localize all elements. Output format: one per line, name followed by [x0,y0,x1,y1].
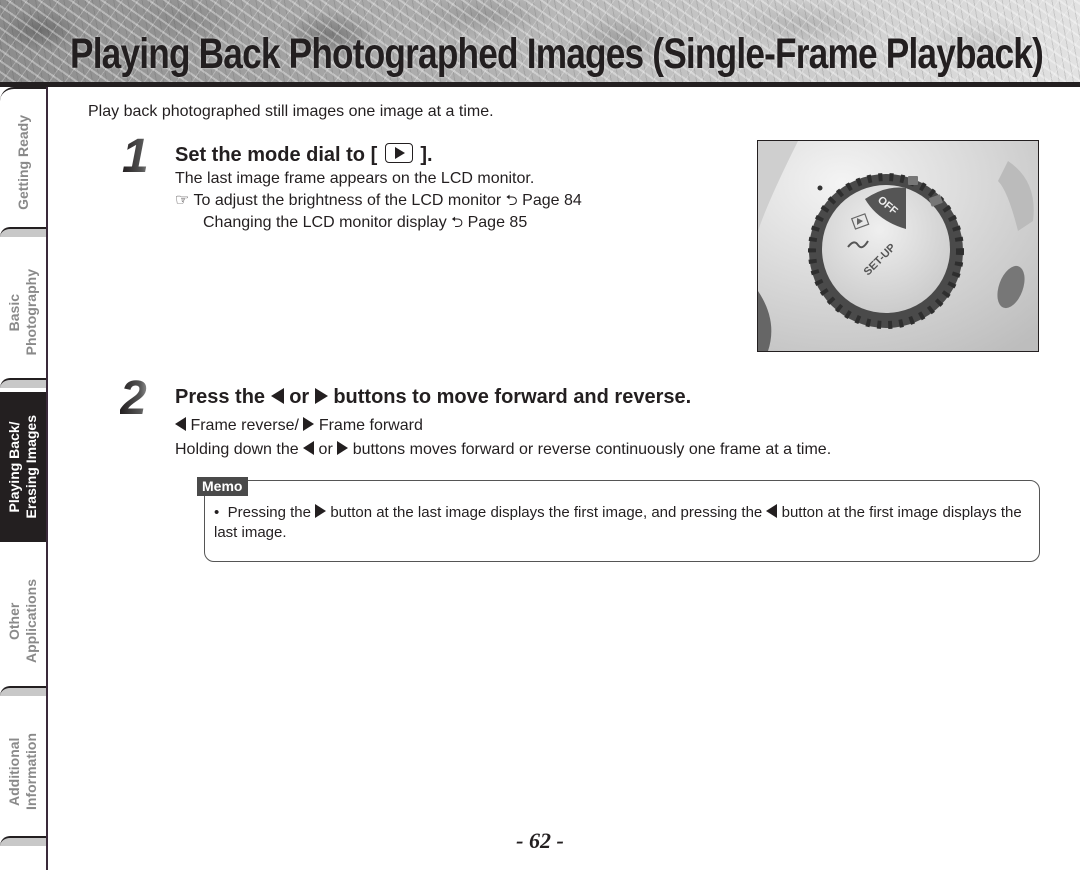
tab-label: Additional Information [6,733,40,810]
tab-label-line: Getting Ready [14,114,31,210]
side-tab-rail [46,87,48,870]
memo-label: Memo [197,477,249,496]
step-2-title-text: Press the [175,386,266,408]
left-button-icon [175,417,186,431]
tab-label: Getting Ready [15,115,32,210]
left-button-icon [766,504,778,518]
tab-label: Playing Back/ Erasing Images [6,415,40,519]
memo-text: • Pressing the button at the last image … [214,503,1024,543]
tab-label-line: Additional [6,736,22,806]
tab-label-line: Photography [23,269,39,356]
header-rule [0,82,1080,87]
page-number: - 62 - [516,828,564,853]
side-tab-additional-information[interactable]: Additional Information [0,696,46,846]
step-2-text: Frame forward [318,417,423,434]
tab-label-line: Basic [6,293,22,332]
pointing-hand-icon: ☞ [175,192,190,209]
side-tab-playing-back-erasing[interactable]: Playing Back/ Erasing Images [0,392,46,542]
step-2-line: Frame reverse/ Frame forward [175,415,423,437]
right-button-icon [315,504,327,518]
step-2-title-text: or [289,386,310,408]
step-2-text: Holding down the [175,441,299,458]
left-button-icon [270,388,284,404]
step-1-title-end: ]. [420,144,433,166]
step-2-text: or [318,441,333,458]
memo-text-part: button at the last image displays the fi… [330,504,763,521]
page-title: Playing Back Photographed Images (Single… [70,30,1044,78]
step-2-number: 2 [120,375,160,423]
step-2-title-text: buttons to move forward and reverse. [333,386,692,408]
step-1-line: The last image frame appears on the LCD … [175,170,535,187]
bullet: • [214,504,220,521]
tab-label-line: Applications [23,578,39,663]
page-reference-arrow-icon: ⮌ [505,192,518,209]
header-banner: Playing Back Photographed Images (Single… [0,0,1080,84]
reference-text: To adjust the brightness of the LCD moni… [193,192,502,209]
left-button-icon [303,441,315,455]
side-tab-getting-ready[interactable]: Getting Ready [0,87,46,237]
play-mode-icon [384,143,413,163]
tab-edge [0,378,46,388]
mode-dial-illustration: OFF SET-UP [758,141,1038,351]
step-1-title-text: Set the mode dial to [ [175,144,378,166]
step-1-reference: ☞ To adjust the brightness of the LCD mo… [175,190,582,212]
page-reference-arrow-icon: ⮌ [451,214,464,231]
page-link[interactable]: Page 84 [522,192,582,209]
reference-text: Changing the LCD monitor display [203,214,447,231]
tab-label-line: Other [6,602,22,640]
side-tab-other-applications[interactable]: Other Applications [0,546,46,696]
mode-dial-photo: OFF SET-UP [757,140,1039,352]
page-link[interactable]: Page 85 [468,214,528,231]
tab-edge [0,686,46,696]
step-2-text: Frame reverse/ [190,417,299,434]
step-2-text: buttons moves forward or reverse continu… [352,441,832,458]
intro-text: Play back photographed still images one … [88,103,494,120]
tab-label-line: Information [23,732,39,810]
step-2-title: Press the or buttons to move forward and… [175,386,691,409]
step-2-line: Holding down the or buttons moves forwar… [175,439,831,461]
tab-label-line: Erasing Images [23,415,39,519]
tab-edge [0,87,46,101]
tab-label: Basic Photography [6,269,40,355]
memo-text-part: Pressing the [227,504,311,521]
step-1-reference: Changing the LCD monitor display ⮌ Page … [203,212,527,234]
right-button-icon [303,417,315,431]
step-1-title: Set the mode dial to [ ]. [175,143,433,167]
side-tab-basic-photography[interactable]: Basic Photography [0,237,46,388]
tab-edge [0,227,46,237]
tab-label: Other Applications [6,579,40,663]
tab-label-line: Playing Back/ [6,421,22,513]
step-1-number: 1 [122,133,162,181]
right-button-icon [314,388,328,404]
right-button-icon [337,441,349,455]
